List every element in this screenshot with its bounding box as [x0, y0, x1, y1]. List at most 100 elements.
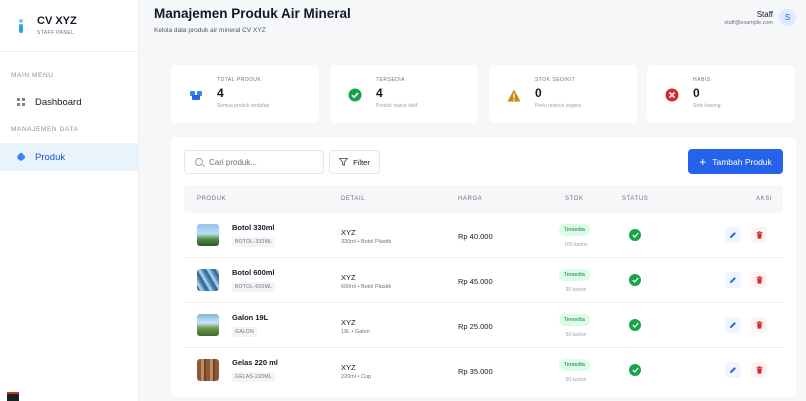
product-name: Botol 330ml	[232, 223, 275, 232]
product-image	[197, 314, 219, 336]
stat-value: 4	[217, 86, 224, 100]
section-label-main-menu: MAIN MENU	[11, 72, 54, 79]
brand-name: CV XYZ	[37, 15, 77, 27]
product-image	[197, 359, 219, 381]
product-sku: GALON	[232, 327, 258, 337]
stat-desc: Stok kosong	[693, 103, 721, 109]
check-circle-icon	[629, 274, 641, 286]
column-header-detail: DETAIL	[341, 196, 366, 202]
table-row[interactable]: Botol 330ml BOTOL-330ML XYZ 330ml • Boto…	[184, 213, 783, 258]
dashboard-grid-icon	[17, 98, 25, 106]
product-name: Galon 19L	[232, 313, 269, 322]
page-subtitle: Kelola data produk air mineral CV XYZ	[154, 27, 266, 34]
sidebar: CV XYZ STAFF PANEL MAIN MENU Dashboard M…	[0, 0, 139, 401]
product-price: Rp 40.000	[458, 232, 493, 241]
product-price: Rp 25.000	[458, 322, 493, 331]
product-sku: GELAS-220ML	[232, 372, 275, 382]
sidebar-item-label: Dashboard	[35, 96, 82, 108]
sidebar-item-label: Produk	[35, 151, 66, 163]
product-detail: 220ml • Cup	[341, 374, 372, 380]
check-circle-icon	[629, 319, 641, 331]
column-header-stok: STOK	[565, 196, 584, 202]
delete-button[interactable]	[751, 362, 767, 378]
boxes-icon	[188, 87, 204, 103]
product-image	[197, 224, 219, 246]
column-header-produk: PRODUK	[197, 196, 227, 202]
brand-subtitle: STAFF PANEL	[37, 30, 75, 36]
edit-button[interactable]	[725, 272, 741, 288]
column-header-aksi: AKSI	[756, 196, 773, 202]
user-menu[interactable]: Staff staff@example.com S	[724, 9, 796, 26]
avatar[interactable]: S	[779, 9, 796, 26]
stock-count: 100 karton	[564, 242, 588, 248]
search-icon	[195, 158, 203, 166]
stat-label: STOK SEDIKIT	[535, 77, 576, 83]
filter-label: Filter	[353, 157, 370, 167]
edit-button[interactable]	[725, 227, 741, 243]
warning-icon	[506, 87, 522, 103]
product-price: Rp 45.000	[458, 277, 493, 286]
status-badge: Tersedia	[559, 359, 590, 371]
stat-label: TOTAL PRODUK	[217, 77, 262, 83]
edit-icon	[730, 367, 736, 373]
column-header-status: STATUS	[622, 196, 649, 202]
taskbar-corner-icon[interactable]	[7, 392, 19, 401]
product-brand: XYZ	[341, 363, 356, 372]
edit-button[interactable]	[725, 362, 741, 378]
brand[interactable]: CV XYZ STAFF PANEL	[0, 0, 138, 52]
sidebar-item-dashboard[interactable]: Dashboard	[0, 88, 139, 116]
table-row[interactable]: Gelas 220 ml GELAS-220ML XYZ 220ml • Cup…	[184, 348, 783, 393]
add-product-button[interactable]: + Tambah Produk	[688, 149, 783, 174]
stat-value: 0	[693, 86, 700, 100]
stat-value: 4	[376, 86, 383, 100]
section-label-data: MANAJEMEN DATA	[11, 126, 79, 133]
stat-value: 0	[535, 86, 542, 100]
product-price: Rp 35.000	[458, 367, 493, 376]
check-circle-icon	[629, 364, 641, 376]
check-circle-icon	[347, 87, 363, 103]
x-circle-icon	[664, 87, 680, 103]
sidebar-item-produk[interactable]: Produk	[0, 143, 139, 171]
product-image	[197, 269, 219, 291]
table-row[interactable]: Botol 600ml BOTOL-600ML XYZ 600ml • Boto…	[184, 258, 783, 303]
search-placeholder: Cari produk...	[209, 157, 258, 167]
delete-button[interactable]	[751, 227, 767, 243]
user-email: staff@example.com	[724, 19, 773, 26]
stock-count: 90 karton	[565, 377, 587, 383]
product-sku: BOTOL-330ML	[232, 237, 276, 247]
edit-icon	[730, 277, 736, 283]
status-badge: Tersedia	[559, 224, 590, 236]
stat-card-stok-sedikit: STOK SEDIKIT 0 Perlu restock segera	[489, 65, 637, 123]
table-header: PRODUK DETAIL HARGA STOK STATUS AKSI	[184, 185, 783, 213]
trash-icon	[756, 231, 762, 239]
trash-icon	[756, 321, 762, 329]
stat-card-tersedia: TERSEDIA 4 Produk status aktif	[330, 65, 478, 123]
stat-desc: Semua produk terdaftar	[217, 103, 270, 109]
product-detail: 330ml • Botol Plastik	[341, 239, 392, 245]
edit-icon	[730, 232, 736, 238]
stock-count: 50 karton	[565, 332, 587, 338]
status-badge: Tersedia	[559, 269, 590, 281]
product-brand: XYZ	[341, 228, 356, 237]
product-detail: 600ml • Botol Plastik	[341, 284, 392, 290]
edit-icon	[730, 322, 736, 328]
stat-label: TERSEDIA	[376, 77, 406, 83]
search-input[interactable]: Cari produk...	[184, 150, 324, 174]
product-table: PRODUK DETAIL HARGA STOK STATUS AKSI Bot…	[184, 185, 783, 393]
filter-button[interactable]: Filter	[329, 150, 380, 174]
delete-button[interactable]	[751, 272, 767, 288]
check-circle-icon	[629, 229, 641, 241]
water-drop-logo-icon	[17, 18, 25, 33]
stat-card-habis: HABIS 0 Stok kosong	[647, 65, 795, 123]
table-row[interactable]: Galon 19L GALON XYZ 19L • Galon Rp 25.00…	[184, 303, 783, 348]
edit-button[interactable]	[725, 317, 741, 333]
product-name: Gelas 220 ml	[232, 358, 278, 367]
product-sku: BOTOL-600ML	[232, 282, 276, 292]
trash-icon	[756, 276, 762, 284]
user-name: Staff	[756, 9, 773, 19]
add-product-label: Tambah Produk	[712, 156, 772, 167]
product-brand: XYZ	[341, 273, 356, 282]
stat-desc: Produk status aktif	[376, 103, 418, 109]
product-brand: XYZ	[341, 318, 356, 327]
delete-button[interactable]	[751, 317, 767, 333]
